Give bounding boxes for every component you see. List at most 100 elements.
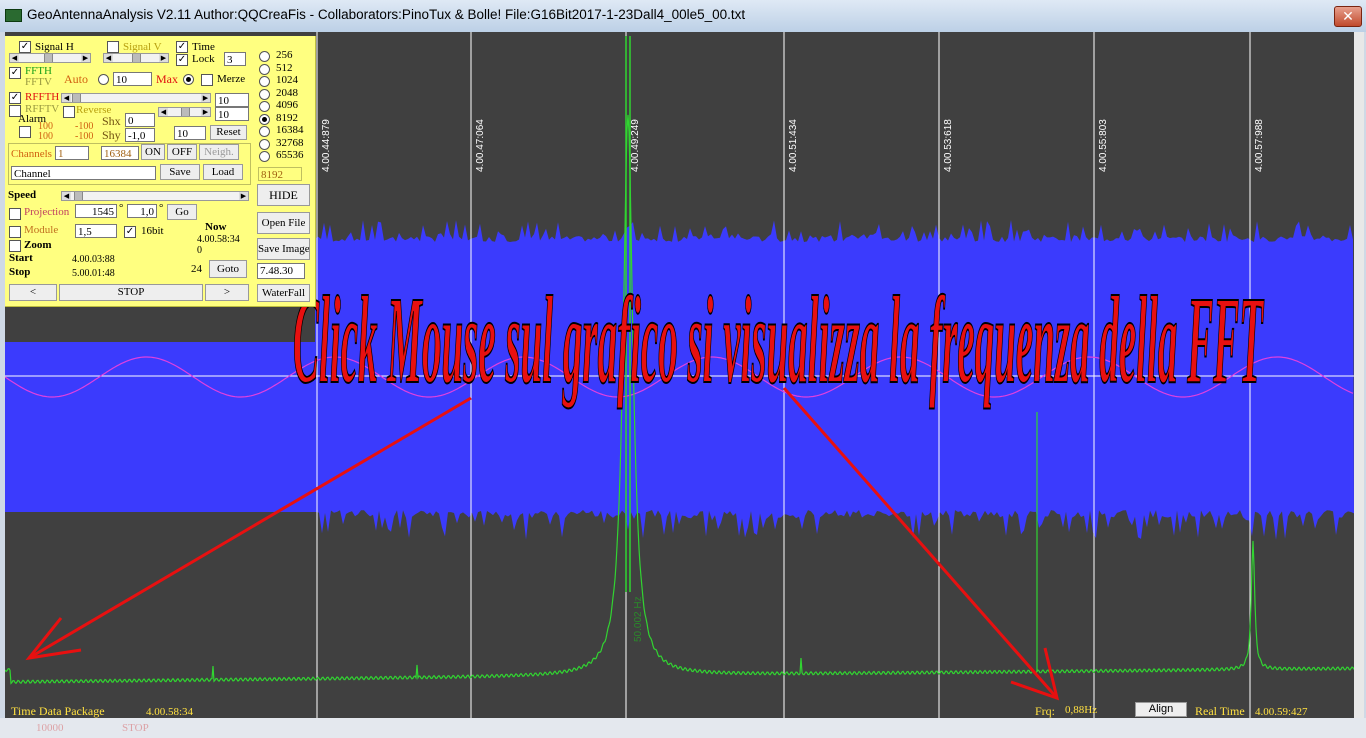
neg-bottom-value: -100	[75, 131, 94, 142]
lock-input[interactable]: 3	[224, 52, 246, 66]
rfft-slider[interactable]: ◀ ▶	[61, 93, 211, 103]
channels-count-input[interactable]: 16384	[101, 146, 139, 160]
reset-input[interactable]: 10	[174, 126, 206, 140]
fft-size-label: 512	[276, 61, 293, 74]
max-radio[interactable]	[183, 74, 194, 85]
projection-checkbox[interactable]	[9, 208, 21, 220]
goto-button[interactable]: Goto	[209, 260, 247, 278]
rffth-checkbox[interactable]: ✓	[9, 92, 21, 104]
align-button[interactable]: Align	[1135, 702, 1187, 717]
channels-input[interactable]: 1	[55, 146, 89, 160]
fft-size-radio[interactable]	[259, 113, 270, 125]
goto-time-input[interactable]: 7.48.30	[257, 263, 305, 279]
app-waveform-icon	[5, 9, 22, 22]
projection-input[interactable]: 1545	[75, 204, 117, 218]
real-time-value: 4.00.59:427	[1255, 706, 1308, 718]
neigh-button[interactable]: Neigh.	[199, 144, 239, 160]
lock-label: Lock	[192, 53, 215, 65]
auto-radio[interactable]	[98, 74, 109, 85]
hide-button[interactable]: HIDE	[257, 184, 310, 206]
fft-size-radio[interactable]	[259, 51, 270, 62]
zoom-label: Zoom	[24, 239, 52, 251]
signal-h-checkbox[interactable]: ✓	[19, 41, 31, 53]
projection-angle-input[interactable]: 1,0	[127, 204, 157, 218]
fft-size-panel: 256 512 1024 2048 4096 8192 16384 32768 65536 81…	[255, 36, 313, 306]
alarm-checkbox[interactable]	[19, 126, 31, 138]
bottom-strip: 10000 STOP	[0, 718, 1366, 738]
freq-rotated-label: 50.002 Hz	[633, 596, 644, 642]
fft-size-radio[interactable]	[259, 138, 270, 150]
fft-size-radio[interactable]	[259, 76, 270, 87]
merze-checkbox[interactable]	[201, 74, 213, 86]
prev-button[interactable]: <	[9, 284, 57, 301]
module-input[interactable]: 1,5	[75, 224, 117, 238]
time-marker-label: 4.00.51:434	[788, 119, 799, 172]
rfft-slider-2[interactable]: ◀ ▶	[158, 107, 211, 117]
now-value: 4.00.58:34	[197, 234, 240, 245]
time-marker-label: 4.00.49:249	[630, 119, 641, 172]
reverse-checkbox[interactable]	[63, 106, 75, 118]
start-label: Start	[9, 252, 33, 264]
fft-size-radio[interactable]	[259, 151, 270, 162]
bit16-label: 16bit	[141, 225, 164, 237]
time-label: Time	[192, 41, 215, 53]
fft-current-value: 8192	[258, 167, 302, 181]
signal-h-slider[interactable]: ◀ ▶	[9, 53, 91, 63]
fft-size-radio[interactable]	[259, 63, 270, 75]
fft-size-label: 16384	[276, 124, 304, 136]
reset-button[interactable]: Reset	[210, 125, 247, 140]
fft-size-label: 8192	[276, 111, 298, 124]
save-image-button[interactable]: Save Image	[257, 238, 310, 260]
vertical-scrollbar[interactable]	[1354, 32, 1364, 718]
shy-input[interactable]: -1,0	[125, 128, 155, 142]
on-button[interactable]: ON	[141, 144, 165, 160]
load-button[interactable]: Load	[203, 164, 243, 180]
signal-v-checkbox[interactable]	[107, 41, 119, 53]
fft-size-radio[interactable]	[259, 88, 270, 100]
fft-size-label: 256	[276, 49, 293, 61]
goto-number: 24	[191, 263, 202, 275]
signal-h-label: Signal H	[35, 41, 74, 53]
projection-label: Projection	[24, 206, 70, 218]
speed-slider[interactable]: ◀ ▶	[61, 191, 249, 201]
fft-size-radio[interactable]	[259, 101, 270, 112]
projection-angle-degree-symbol: °	[159, 202, 164, 214]
ghost-value: 10000	[36, 722, 64, 734]
auto-input[interactable]: 10	[113, 72, 152, 86]
stop-button[interactable]: STOP	[59, 284, 203, 301]
time-marker-label: 4.00.53:618	[943, 119, 954, 172]
time-checkbox[interactable]: ✓	[176, 41, 188, 53]
fft-size-label: 2048	[276, 86, 298, 99]
now-zero: 0	[197, 245, 202, 256]
signal-v-slider[interactable]: ◀ ▶	[103, 53, 169, 63]
projection-degree-symbol: °	[119, 202, 124, 214]
close-button[interactable]: ✕	[1334, 6, 1362, 27]
shx-input[interactable]: 0	[125, 113, 155, 127]
shy-label: Shy	[102, 128, 121, 142]
frequency-label: Frq:	[1035, 704, 1056, 718]
off-button[interactable]: OFF	[167, 144, 197, 160]
ffth-checkbox[interactable]: ✓	[9, 67, 21, 79]
time-data-value: 4.00.58:34	[146, 706, 194, 718]
rfft-input-2[interactable]: 10	[215, 107, 249, 121]
time-data-package-label: Time Data Package	[11, 704, 105, 718]
merze-label: Merze	[217, 73, 246, 85]
title-bar[interactable]: GeoAntennaAnalysis V2.11 Author:QQCreaFi…	[0, 0, 1366, 32]
open-file-button[interactable]: Open File	[257, 212, 310, 234]
time-marker-label: 4.00.55:803	[1098, 119, 1109, 172]
zoom-checkbox[interactable]	[9, 240, 21, 252]
real-time-label: Real Time	[1195, 704, 1245, 718]
save-button[interactable]: Save	[160, 164, 200, 180]
channel-name-input[interactable]: Channel	[11, 166, 156, 180]
fft-size-radio[interactable]	[259, 126, 270, 137]
bit16-checkbox[interactable]: ✓	[124, 226, 136, 238]
auto-label: Auto	[64, 72, 88, 86]
module-checkbox[interactable]	[9, 226, 21, 238]
lock-checkbox[interactable]: ✓	[176, 54, 188, 66]
waterfall-button[interactable]: WaterFall	[257, 284, 310, 302]
start-value: 4.00.03:88	[72, 254, 115, 265]
go-button[interactable]: Go	[167, 204, 197, 220]
stop-value: 5.00.01:48	[72, 268, 115, 279]
next-button[interactable]: >	[205, 284, 249, 301]
rfft-input-1[interactable]: 10	[215, 93, 249, 107]
